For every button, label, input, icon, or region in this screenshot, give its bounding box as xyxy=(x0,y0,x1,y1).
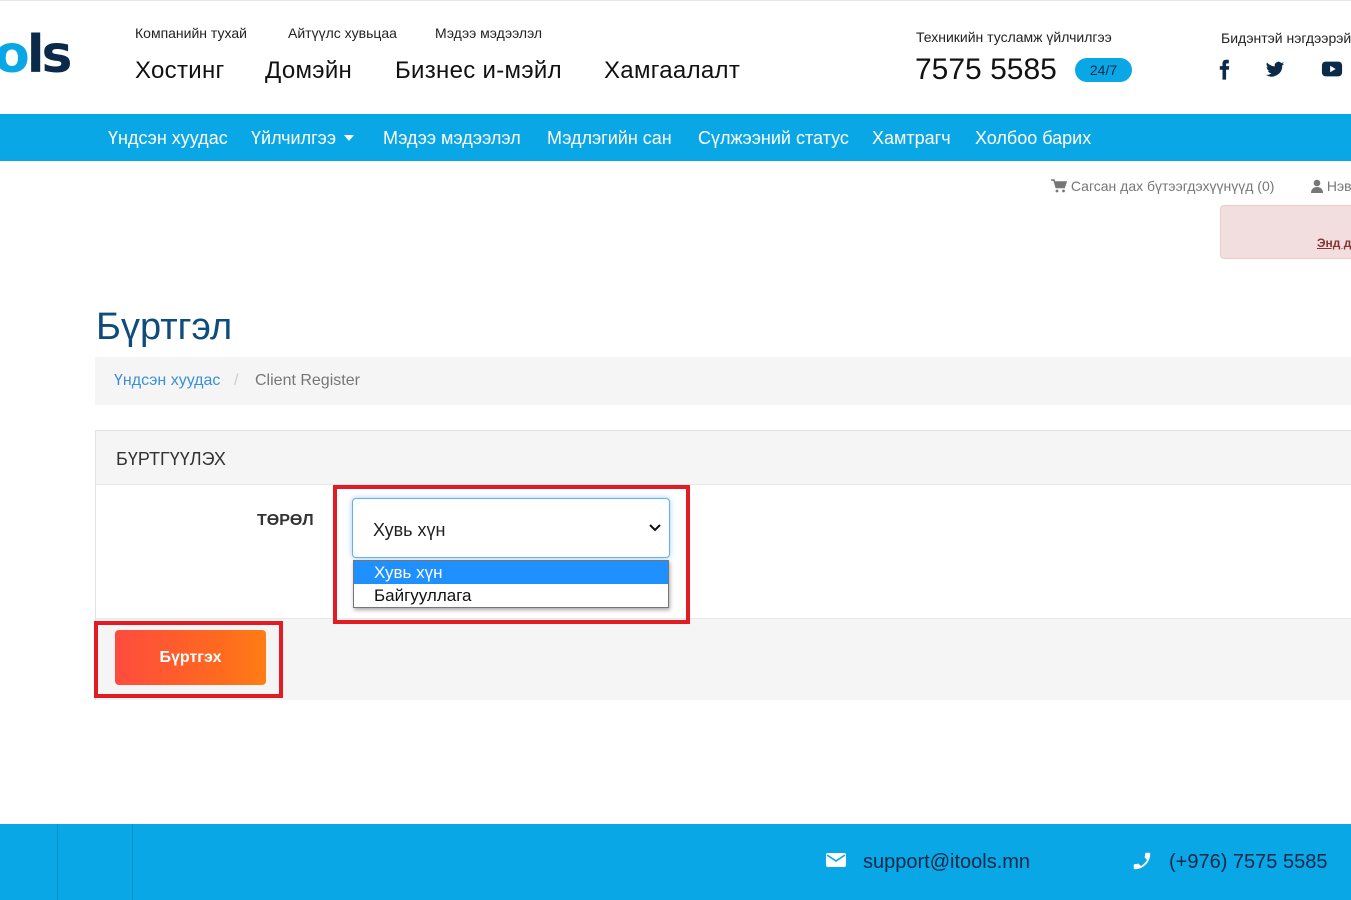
main-link-business-email[interactable]: Бизнес и-мэйл xyxy=(395,57,562,85)
register-panel-title: БҮРТГҮҮЛЭХ xyxy=(116,449,226,469)
site-header: ols Компанийн тухай Айтүүлс хувьцаа Мэдэ… xyxy=(0,0,1351,114)
breadcrumb-current: Client Register xyxy=(255,372,360,389)
footer-divider xyxy=(57,824,58,900)
cart-label: Сагсан дах бүтээгдэхүүнүүд (0) xyxy=(1070,178,1275,194)
user-icon xyxy=(1311,179,1323,193)
facebook-icon[interactable] xyxy=(1218,58,1230,80)
contact-label: Бидэнтэй нэгдээрэй xyxy=(1221,30,1351,46)
main-nav-bar: Үндсэн хуудас Үйлчилгээ Мэдээ мэдээлэл М… xyxy=(0,114,1351,161)
highlight-box-select xyxy=(333,485,690,624)
top-link-shares[interactable]: Айтүүлс хувьцаа xyxy=(288,25,397,41)
top-link-about[interactable]: Компанийн тухай xyxy=(135,25,247,41)
page-title: Бүртгэл xyxy=(96,306,233,348)
login-link[interactable]: Нэвтрэх xyxy=(1311,178,1351,194)
support-label: Техникийн тусламж үйлчилгээ xyxy=(916,29,1112,45)
caret-down-icon xyxy=(344,135,355,141)
nav-item-services-label: Үйлчилгээ xyxy=(251,128,337,148)
twitter-icon[interactable] xyxy=(1265,58,1285,80)
login-label: Нэвтрэх xyxy=(1326,178,1351,194)
site-logo[interactable]: ols xyxy=(0,29,72,81)
nav-item-home[interactable]: Үндсэн хуудас xyxy=(108,128,228,149)
nav-item-network-status[interactable]: Сүлжээний статус xyxy=(698,128,849,149)
main-link-security[interactable]: Хамгаалалт xyxy=(604,57,740,85)
register-panel-header: БҮРТГҮҮЛЭХ xyxy=(96,431,1351,485)
envelope-icon xyxy=(826,853,846,867)
cart-icon xyxy=(1051,179,1068,193)
breadcrumb-separator: / xyxy=(234,372,239,389)
main-link-hosting[interactable]: Хостинг xyxy=(135,57,225,85)
footer-divider xyxy=(132,824,133,900)
youtube-icon[interactable] xyxy=(1321,58,1343,80)
nav-item-partner[interactable]: Хамтрагч xyxy=(872,128,951,149)
footer-email[interactable]: support@itools.mn xyxy=(863,851,1030,874)
nav-item-news[interactable]: Мэдээ мэдээлэл xyxy=(383,128,521,149)
top-link-news[interactable]: Мэдээ мэдээлэл xyxy=(435,25,542,41)
main-link-domain[interactable]: Домэйн xyxy=(265,57,352,85)
alert-link[interactable]: Энд дарна уу xyxy=(1317,236,1351,250)
breadcrumb: Үндсэн хуудас / Client Register xyxy=(95,357,1351,405)
support-24-7-badge: 24/7 xyxy=(1075,58,1132,82)
register-panel-footer xyxy=(96,618,1351,700)
nav-item-services[interactable]: Үйлчилгээ xyxy=(251,128,355,149)
cart-link[interactable]: Сагсан дах бүтээгдэхүүнүүд (0) xyxy=(1051,178,1274,194)
nav-item-knowledgebase[interactable]: Мэдлэгийн сан xyxy=(547,128,672,149)
register-panel: БҮРТГҮҮЛЭХ xyxy=(95,430,1351,700)
nav-item-contact[interactable]: Холбоо барих xyxy=(975,128,1091,149)
alert-box: Энд дарна уу xyxy=(1220,205,1351,259)
phone-icon xyxy=(1133,852,1151,870)
site-footer: support@itools.mn (+976) 7575 5585 xyxy=(0,824,1351,900)
highlight-box-button xyxy=(94,621,283,698)
type-field-label: ТӨРӨЛ xyxy=(257,512,314,529)
footer-phone[interactable]: (+976) 7575 5585 xyxy=(1169,851,1327,874)
breadcrumb-home-link[interactable]: Үндсэн хуудас xyxy=(114,372,220,390)
support-phone[interactable]: 7575 5585 xyxy=(915,53,1057,87)
